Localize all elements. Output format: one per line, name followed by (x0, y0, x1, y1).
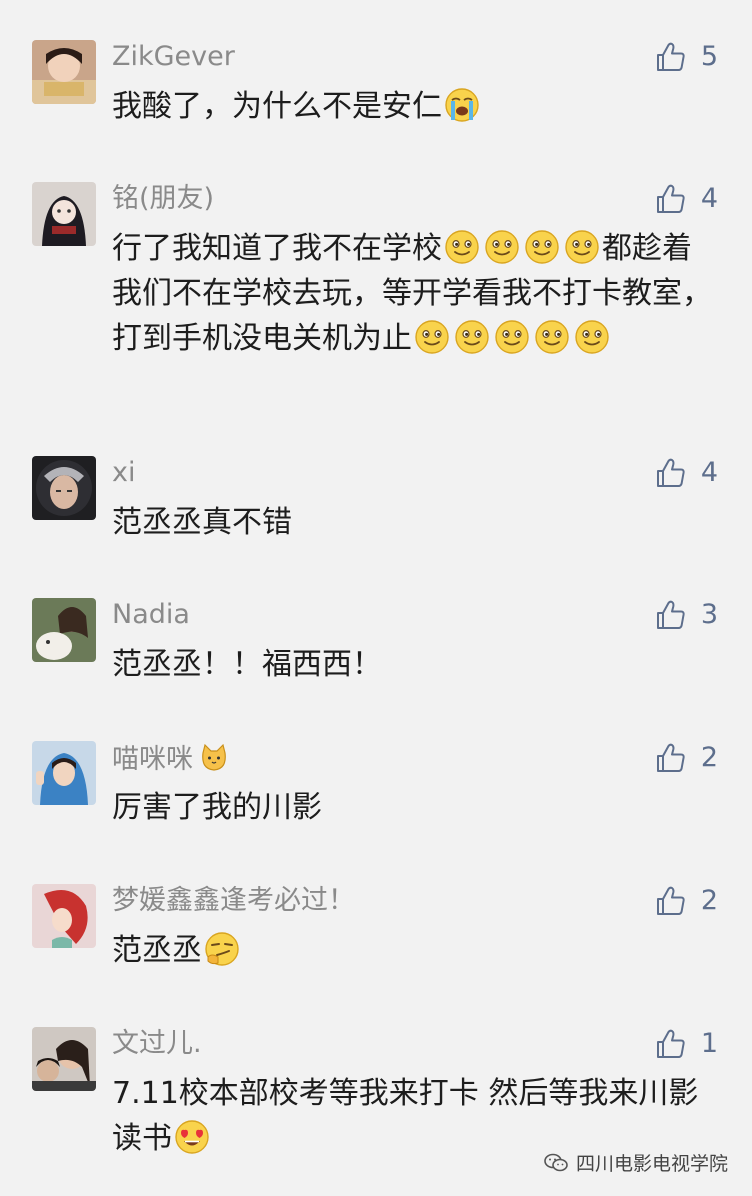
smile-emoji-icon (484, 229, 520, 265)
thumbs-up-icon[interactable] (655, 457, 687, 489)
comment-text-segment: 我酸了，为什么不是安仁 (112, 89, 442, 124)
comment-text: 范丞丞！！福西西！ (112, 642, 712, 687)
heart-eyes-emoji-icon (174, 1119, 210, 1155)
comment-text: 厉害了我的川影 (112, 785, 712, 830)
thumbs-up-icon[interactable] (655, 599, 687, 631)
like-count: 4 (700, 457, 718, 488)
like-count: 4 (700, 183, 718, 214)
comment-text: 7.11校本部校考等我来打卡 然后等我来川影读书 (112, 1071, 712, 1161)
author-name-text: 喵咪咪 (112, 744, 193, 775)
thumbs-up-icon[interactable] (655, 742, 687, 774)
author-name-text: Nadia (112, 599, 190, 630)
thumbs-up-icon[interactable] (655, 41, 687, 73)
comment-author[interactable]: 文过儿. (112, 1029, 202, 1059)
author-name-text: 文过儿. (112, 1028, 202, 1059)
author-name-text: ZikGever (112, 41, 235, 72)
comment-author[interactable]: xi (112, 458, 135, 488)
wechat-icon (544, 1153, 568, 1173)
author-name-text: xi (112, 457, 136, 488)
like-button[interactable]: 5 (655, 40, 718, 74)
like-button[interactable]: 2 (655, 741, 718, 775)
comment-text: 范丞丞 (112, 928, 712, 973)
smirk-emoji-icon (204, 931, 240, 967)
watermark-text: 四川电影电视学院 (575, 1153, 728, 1175)
like-count: 5 (700, 41, 718, 72)
like-button[interactable]: 3 (655, 598, 718, 632)
comment-text-segment: 厉害了我的川影 (112, 790, 322, 825)
smile-emoji-icon (574, 319, 610, 355)
girl-with-dog-avatar[interactable] (32, 598, 96, 662)
like-button[interactable]: 4 (655, 182, 718, 216)
mermaid-avatar[interactable] (32, 884, 96, 948)
author-name-text: 铭(朋友) (112, 183, 215, 214)
thumbs-up-icon[interactable] (655, 885, 687, 917)
smile-emoji-icon (414, 319, 450, 355)
cat-emoji-icon (199, 743, 229, 773)
comment-text: 行了我知道了我不在学校 都趁着我们不在学校去玩，等开学看我不打卡教室，打到手机没电… (112, 226, 712, 361)
like-button[interactable]: 4 (655, 456, 718, 490)
like-count: 1 (700, 1028, 718, 1059)
comment-author[interactable]: Nadia (112, 600, 190, 630)
comment-text-segment: 范丞丞真不错 (112, 505, 292, 540)
comment-text-segment: 范丞丞 (112, 933, 202, 968)
couple-portrait-avatar[interactable] (32, 1027, 96, 1091)
comment-text: 我酸了，为什么不是安仁 (112, 84, 712, 129)
comment-author[interactable]: ZikGever (112, 42, 235, 72)
helmet-portrait-avatar[interactable] (32, 456, 96, 520)
like-count: 2 (700, 742, 718, 773)
comment-author[interactable]: 梦媛鑫鑫逢考必过！ (112, 886, 355, 916)
anime-girl-avatar[interactable] (32, 182, 96, 246)
girl-blue-hoodie-avatar[interactable] (32, 741, 96, 805)
comment-text-segment: 行了我知道了我不在学校 (112, 231, 442, 266)
smile-emoji-icon (524, 229, 560, 265)
comment-text: 范丞丞真不错 (112, 500, 712, 545)
like-count: 3 (700, 599, 718, 630)
like-button[interactable]: 1 (655, 1027, 718, 1061)
smile-emoji-icon (494, 319, 530, 355)
like-count: 2 (700, 885, 718, 916)
crying-emoji-icon (444, 87, 480, 123)
thumbs-up-icon[interactable] (655, 1028, 687, 1060)
comment-author[interactable]: 喵咪咪 (112, 743, 229, 775)
like-button[interactable]: 2 (655, 884, 718, 918)
smile-emoji-icon (444, 229, 480, 265)
author-name-text: 梦媛鑫鑫逢考必过！ (112, 885, 355, 916)
watermark: 四川电影电视学院 (544, 1149, 728, 1176)
smile-emoji-icon (534, 319, 570, 355)
thumbs-up-icon[interactable] (655, 183, 687, 215)
child-reading-avatar[interactable] (32, 40, 96, 104)
comment-author[interactable]: 铭(朋友) (112, 184, 214, 214)
smile-emoji-icon (454, 319, 490, 355)
comment-text-segment: 范丞丞！！福西西！ (112, 647, 382, 682)
smile-emoji-icon (564, 229, 600, 265)
